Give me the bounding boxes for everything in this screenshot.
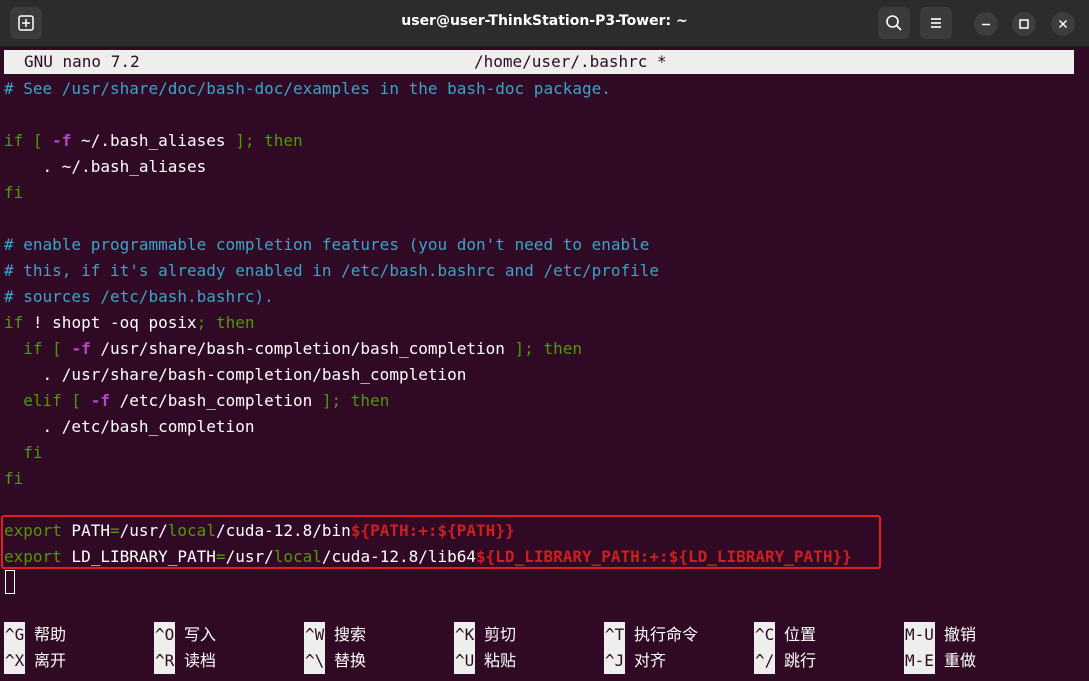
code-line: # sources /etc/bash.bashrc). [4, 287, 274, 306]
nano-filename: /home/user/.bashrc * [474, 52, 667, 71]
maximize-icon [1019, 19, 1029, 29]
shortcut-key: ^T [604, 622, 626, 648]
shortcut-key: ^K [454, 622, 476, 648]
shortcut-undo[interactable]: 撤销 [944, 622, 976, 648]
shortcut-key: ^U [454, 648, 476, 674]
code-line: # See /usr/share/doc/bash-doc/examples i… [4, 79, 611, 98]
code-line: if ! shopt -oq posix; then [4, 313, 255, 332]
minimize-button[interactable] [974, 12, 998, 36]
code-line: # enable programmable completion feature… [4, 235, 650, 254]
shortcut-search[interactable]: 搜索 [334, 622, 366, 648]
shortcut-row: ^G 帮助 ^O 写入 ^W 搜索 ^K 剪切 ^T 执行命令 ^C 位置 M-U 撤销 [4, 622, 1074, 648]
minimize-icon [982, 23, 990, 26]
shortcut-key: ^J [604, 648, 626, 674]
shortcut-location[interactable]: 位置 [784, 622, 816, 648]
shortcut-key: ^G [4, 622, 26, 648]
code-line: fi [4, 443, 43, 462]
shortcut-key: ^\ [304, 648, 326, 674]
shortcut-write[interactable]: 写入 [184, 622, 216, 648]
shortcut-key: ^C [754, 622, 776, 648]
nano-version: GNU nano 7.2 [24, 52, 140, 71]
code-line: . /etc/bash_completion [4, 417, 255, 436]
code-line: . ~/.bash_aliases [4, 157, 207, 176]
nano-header: GNU nano 7.2 /home/user/.bashrc * [4, 50, 1074, 74]
code-line: . /usr/share/bash-completion/bash_comple… [4, 365, 467, 384]
search-button[interactable] [878, 7, 910, 39]
shortcut-key: M-E [904, 648, 935, 674]
shortcut-execute[interactable]: 执行命令 [634, 622, 698, 648]
shortcut-key: M-U [904, 622, 935, 648]
maximize-button[interactable] [1012, 12, 1036, 36]
scrollbar[interactable] [1077, 48, 1089, 681]
shortcut-key: ^/ [754, 648, 776, 674]
highlight-box [1, 515, 881, 569]
code-line: # this, if it's already enabled in /etc/… [4, 261, 660, 280]
search-icon [886, 15, 902, 31]
shortcut-goto-line[interactable]: 跳行 [784, 648, 816, 674]
code-line: elif [ -f /etc/bash_completion ]; then [4, 391, 390, 410]
close-icon [1058, 19, 1068, 29]
text-cursor [5, 570, 15, 594]
code-line: if [ -f ~/.bash_aliases ]; then [4, 131, 303, 150]
shortcut-justify[interactable]: 对齐 [634, 648, 666, 674]
title-bar: user@user-ThinkStation-P3-Tower: ~ [0, 0, 1089, 47]
shortcut-key: ^O [154, 622, 176, 648]
shortcut-replace[interactable]: 替换 [334, 648, 366, 674]
code-line: fi [4, 183, 24, 202]
shortcut-key: ^X [4, 648, 26, 674]
terminal-window: user@user-ThinkStation-P3-Tower: ~ GNU n… [0, 0, 1089, 681]
close-button[interactable] [1051, 12, 1075, 36]
shortcut-read-file[interactable]: 读档 [184, 648, 216, 674]
shortcut-redo[interactable]: 重做 [944, 648, 976, 674]
menu-button[interactable] [920, 7, 952, 39]
code-line: if [ -f /usr/share/bash-completion/bash_… [4, 339, 582, 358]
terminal-content[interactable]: GNU nano 7.2 /home/user/.bashrc * # See … [1, 48, 1074, 681]
shortcut-row: ^X 离开 ^R 读档 ^\ 替换 ^U 粘贴 ^J 对齐 ^/ 跳行 M-E 重做 [4, 648, 1074, 674]
shortcut-cut[interactable]: 剪切 [484, 622, 516, 648]
shortcut-paste[interactable]: 粘贴 [484, 648, 516, 674]
shortcut-key: ^W [304, 622, 326, 648]
shortcut-help[interactable]: 帮助 [34, 622, 66, 648]
code-line: fi [4, 469, 24, 488]
shortcut-key: ^R [154, 648, 176, 674]
shortcut-exit[interactable]: 离开 [34, 648, 66, 674]
hamburger-icon [931, 18, 941, 28]
